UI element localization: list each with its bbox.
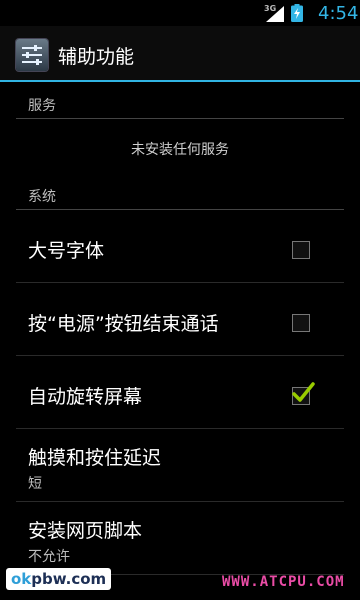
setting-auto-rotate[interactable]: 自动旋转屏幕 bbox=[16, 356, 344, 429]
setting-title: 触摸和按住延迟 bbox=[28, 447, 162, 469]
setting-summary: 不允许 bbox=[28, 549, 70, 565]
section-header-label: 服务 bbox=[28, 98, 56, 114]
section-header-system: 系统 bbox=[16, 177, 344, 210]
clock: 4:54 bbox=[318, 3, 359, 24]
watermark-atcpu: WWW.ATCPU.COM bbox=[222, 574, 345, 590]
auto-rotate-checkbox[interactable] bbox=[292, 382, 315, 405]
checkmark-icon bbox=[292, 382, 315, 402]
setting-title: 安装网页脚本 bbox=[28, 520, 143, 542]
action-bar-divider bbox=[0, 80, 360, 82]
setting-install-web-scripts[interactable]: 安装网页脚本 不允许 bbox=[16, 502, 344, 575]
setting-title: 按“电源”按钮结束通话 bbox=[28, 313, 219, 335]
watermark-okpbw: okpbw.com bbox=[6, 568, 112, 590]
signal-icon bbox=[266, 6, 284, 22]
accessibility-settings-icon[interactable] bbox=[16, 39, 48, 71]
setting-touch-hold-delay[interactable]: 触摸和按住延迟 短 bbox=[16, 429, 344, 502]
empty-services-message: 未安装任何服务 bbox=[131, 142, 229, 158]
status-bar: 3G 4:54 bbox=[0, 0, 360, 26]
setting-title: 大号字体 bbox=[28, 240, 105, 262]
large-text-checkbox[interactable] bbox=[292, 241, 310, 259]
section-header-label: 系统 bbox=[28, 189, 56, 205]
setting-large-text[interactable]: 大号字体 bbox=[16, 210, 344, 283]
setting-power-button-ends-call[interactable]: 按“电源”按钮结束通话 bbox=[16, 283, 344, 356]
setting-summary: 短 bbox=[28, 476, 42, 492]
power-button-ends-call-checkbox[interactable] bbox=[292, 314, 310, 332]
charging-battery-icon bbox=[291, 4, 303, 22]
page-title: 辅助功能 bbox=[58, 46, 135, 68]
watermark-domain: pbw.com bbox=[31, 570, 107, 588]
setting-title: 自动旋转屏幕 bbox=[28, 386, 143, 408]
watermark-ok: ok bbox=[11, 570, 32, 588]
action-bar: 辅助功能 bbox=[0, 26, 360, 82]
section-header-services: 服务 bbox=[16, 86, 344, 119]
